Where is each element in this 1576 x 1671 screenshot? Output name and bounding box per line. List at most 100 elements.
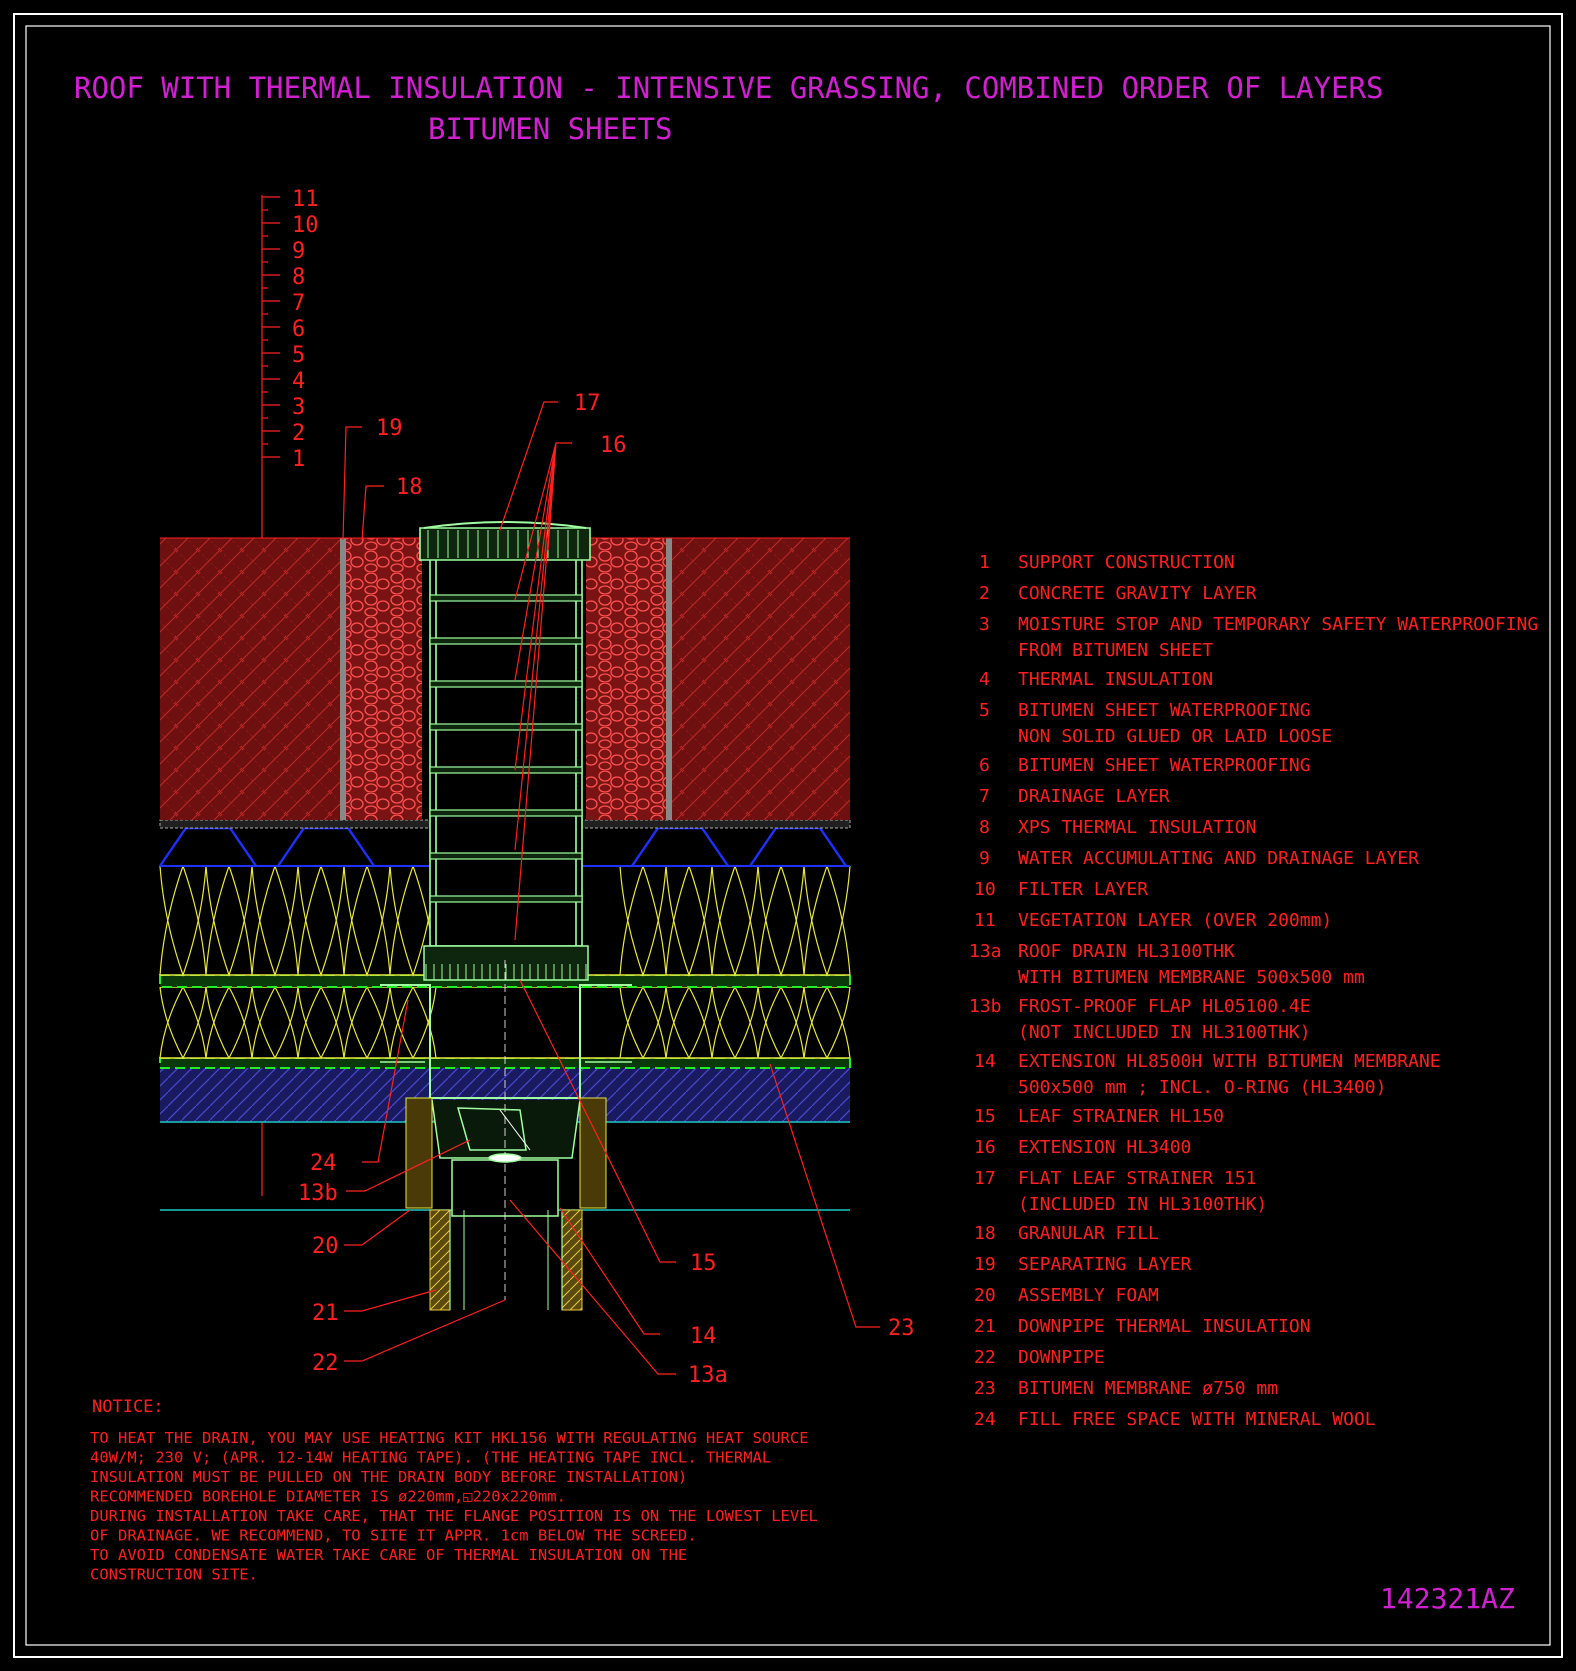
legend-text: (NOT INCLUDED IN HL3100THK) xyxy=(1018,1022,1311,1043)
legend-text: DRAINAGE LAYER xyxy=(1018,786,1170,807)
notice-heading: NOTICE: xyxy=(92,1397,164,1417)
legend-text: FILL FREE SPACE WITH MINERAL WOOL xyxy=(1018,1409,1376,1430)
legend-number: 2 xyxy=(979,583,990,604)
separating-layer-right xyxy=(666,538,672,820)
layer-scale-number: 9 xyxy=(292,239,305,264)
legend-text: SUPPORT CONSTRUCTION xyxy=(1018,552,1235,573)
legend-number: 24 xyxy=(974,1409,996,1430)
vegetation-layer-right xyxy=(672,538,850,820)
callout-13b: 13b xyxy=(298,1181,338,1206)
notice-line: OF DRAINAGE. WE RECOMMEND, TO SITE IT AP… xyxy=(90,1527,697,1545)
callout-18: 18 xyxy=(396,475,423,500)
legend-number: 19 xyxy=(974,1254,996,1275)
legend-text: FILTER LAYER xyxy=(1018,879,1148,900)
legend-number: 7 xyxy=(979,786,990,807)
layer-scale-number: 7 xyxy=(292,291,305,316)
legend-text: FROM BITUMEN SHEET xyxy=(1018,640,1213,661)
legend-text: MOISTURE STOP AND TEMPORARY SAFETY WATER… xyxy=(1018,614,1538,635)
legend-number: 5 xyxy=(979,700,990,721)
legend-number: 11 xyxy=(974,910,996,931)
notice-line: DURING INSTALLATION TAKE CARE, THAT THE … xyxy=(90,1507,818,1525)
legend-number: 10 xyxy=(974,879,996,900)
callout-19: 19 xyxy=(376,416,403,441)
roof-drain-extension xyxy=(419,521,591,947)
callout-13a: 13a xyxy=(688,1363,728,1388)
legend-number: 3 xyxy=(979,614,990,635)
callout-17: 17 xyxy=(574,391,601,416)
title-line2: BITUMEN SHEETS xyxy=(428,112,672,146)
notice-line: TO HEAT THE DRAIN, YOU MAY USE HEATING K… xyxy=(90,1429,809,1447)
legend-text: NON SOLID GLUED OR LAID LOOSE xyxy=(1018,726,1332,747)
layer-scale-number: 5 xyxy=(292,343,305,368)
legend-text: WATER ACCUMULATING AND DRAINAGE LAYER xyxy=(1018,848,1419,869)
legend-text: XPS THERMAL INSULATION xyxy=(1018,817,1256,838)
notice-text: TO HEAT THE DRAIN, YOU MAY USE HEATING K… xyxy=(90,1429,818,1584)
layer-scale-number: 2 xyxy=(292,421,305,446)
legend-number: 13a xyxy=(969,941,1002,962)
legend-text: GRANULAR FILL xyxy=(1018,1223,1159,1244)
callout-22: 22 xyxy=(312,1351,339,1376)
legend-text: (INCLUDED IN HL3100THK) xyxy=(1018,1194,1267,1215)
layer-scale-number: 11 xyxy=(292,187,319,212)
legend-number: 9 xyxy=(979,848,990,869)
legend-number: 22 xyxy=(974,1347,996,1368)
legend-number: 21 xyxy=(974,1316,996,1337)
notice-line: CONSTRUCTION SITE. xyxy=(90,1566,258,1584)
legend-number: 15 xyxy=(974,1106,996,1127)
legend-number: 17 xyxy=(974,1168,996,1189)
downpipe-insulation-left xyxy=(429,1209,451,1311)
legend-number: 18 xyxy=(974,1223,996,1244)
layer-scale-number: 4 xyxy=(292,369,305,394)
legend-number: 16 xyxy=(974,1137,996,1158)
legend-text: CONCRETE GRAVITY LAYER xyxy=(1018,583,1257,604)
legend-number: 1 xyxy=(979,552,990,573)
legend-number: 20 xyxy=(974,1285,996,1306)
callout-24: 24 xyxy=(310,1151,337,1176)
legend-text: BITUMEN MEMBRANE ø750 mm xyxy=(1018,1378,1278,1399)
callout-23: 23 xyxy=(888,1316,915,1341)
legend-text: BITUMEN SHEET WATERPROOFING xyxy=(1018,755,1311,776)
drawing-code: 142321AZ xyxy=(1380,1582,1515,1615)
legend: 1 SUPPORT CONSTRUCTION 2 CONCRETE GRAVITY L… xyxy=(969,552,1538,1430)
callout-16: 16 xyxy=(600,433,627,458)
legend-number: 23 xyxy=(974,1378,996,1399)
legend-number: 4 xyxy=(979,669,990,690)
mineral-wool-left xyxy=(405,1097,433,1209)
legend-number: 6 xyxy=(979,755,990,776)
layer-scale-number: 1 xyxy=(292,447,305,472)
notice-line: RECOMMENDED BOREHOLE DIAMETER IS ø220mm,… xyxy=(90,1488,566,1506)
notice-line: 40W/M; 230 V; (APR. 12-14W HEATING TAPE)… xyxy=(90,1449,771,1467)
title-line1: ROOF WITH THERMAL INSULATION - INTENSIVE… xyxy=(74,71,1383,105)
legend-number: 8 xyxy=(979,817,990,838)
callout-20: 20 xyxy=(312,1234,339,1259)
legend-text: EXTENSION HL8500H WITH BITUMEN MEMBRANE xyxy=(1018,1051,1441,1072)
downpipe xyxy=(429,1209,583,1311)
separating-layer-left xyxy=(340,538,346,820)
legend-text: THERMAL INSULATION xyxy=(1018,669,1213,690)
layer-scale-number: 8 xyxy=(292,265,305,290)
legend-text: LEAF STRAINER HL150 xyxy=(1018,1106,1224,1127)
layer-scale-number: 10 xyxy=(292,213,319,238)
legend-text: BITUMEN SHEET WATERPROOFING xyxy=(1018,700,1311,721)
legend-text: EXTENSION HL3400 xyxy=(1018,1137,1191,1158)
granular-fill-left xyxy=(346,538,422,820)
cad-drawing: ROOF WITH THERMAL INSULATION - INTENSIVE… xyxy=(13,13,1563,1658)
cross-section xyxy=(159,521,851,1311)
legend-text: FROST-PROOF FLAP HL05100.4E xyxy=(1018,996,1311,1017)
layer-scale-number: 6 xyxy=(292,317,305,342)
legend-number: 14 xyxy=(974,1051,996,1072)
legend-number: 13b xyxy=(969,996,1002,1017)
vegetation-layer-left xyxy=(160,538,340,820)
callout-15: 15 xyxy=(690,1251,717,1276)
legend-text: ASSEMBLY FOAM xyxy=(1018,1285,1159,1306)
mineral-wool-right xyxy=(579,1097,607,1209)
legend-text: FLAT LEAF STRAINER 151 xyxy=(1018,1168,1256,1189)
legend-text: VEGETATION LAYER (OVER 200mm) xyxy=(1018,910,1332,931)
legend-text: WITH BITUMEN MEMBRANE 500x500 mm xyxy=(1018,967,1365,988)
legend-text: DOWNPIPE xyxy=(1018,1347,1105,1368)
notice-line: INSULATION MUST BE PULLED ON THE DRAIN B… xyxy=(90,1468,687,1486)
legend-text: SEPARATING LAYER xyxy=(1018,1254,1192,1275)
legend-text: ROOF DRAIN HL3100THK xyxy=(1018,941,1235,962)
legend-text: DOWNPIPE THERMAL INSULATION xyxy=(1018,1316,1311,1337)
callout-14: 14 xyxy=(690,1324,717,1349)
